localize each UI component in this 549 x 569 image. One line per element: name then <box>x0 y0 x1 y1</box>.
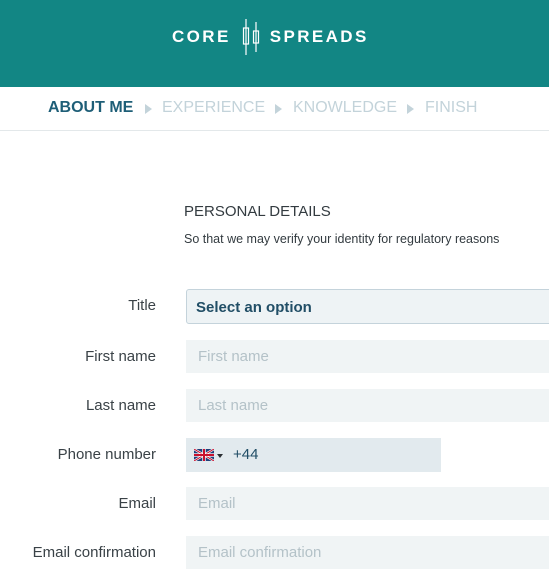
email-label: Email <box>118 495 156 512</box>
last-name-input[interactable] <box>186 389 549 422</box>
dial-code: +44 <box>233 446 259 463</box>
candlestick-icon <box>242 19 259 55</box>
section-subtitle: So that we may verify your identity for … <box>184 232 500 246</box>
email-input[interactable] <box>186 487 549 520</box>
step-finish[interactable]: FINISH <box>425 99 477 117</box>
top-header: CORE SPREADS <box>0 0 549 87</box>
phone-input[interactable]: +44 <box>186 438 441 472</box>
step-arrow-icon <box>275 104 282 114</box>
core-spreads-logo[interactable]: CORE SPREADS <box>172 17 369 57</box>
email-confirmation-input[interactable] <box>186 536 549 569</box>
title-label: Title <box>128 297 156 314</box>
phone-label: Phone number <box>57 446 156 463</box>
title-select[interactable]: Select an option <box>186 289 549 324</box>
first-name-label: First name <box>85 348 156 365</box>
step-about-me[interactable]: ABOUT ME <box>48 99 133 117</box>
progress-steps: ABOUT ME EXPERIENCE KNOWLEDGE FINISH <box>0 87 549 131</box>
title-select-value: Select an option <box>196 299 312 316</box>
brand-word-left: CORE <box>172 27 231 46</box>
section-title: PERSONAL DETAILS <box>184 203 331 220</box>
first-name-input[interactable] <box>186 340 549 373</box>
uk-flag-icon[interactable] <box>194 449 214 461</box>
last-name-label: Last name <box>85 397 156 414</box>
step-experience[interactable]: EXPERIENCE <box>162 99 265 117</box>
step-arrow-icon <box>407 104 414 114</box>
chevron-down-icon[interactable] <box>217 454 223 458</box>
step-arrow-icon <box>145 104 152 114</box>
email-confirmation-label: Email confirmation <box>32 544 156 561</box>
step-knowledge[interactable]: KNOWLEDGE <box>293 99 397 117</box>
brand-word-right: SPREADS <box>269 27 369 46</box>
